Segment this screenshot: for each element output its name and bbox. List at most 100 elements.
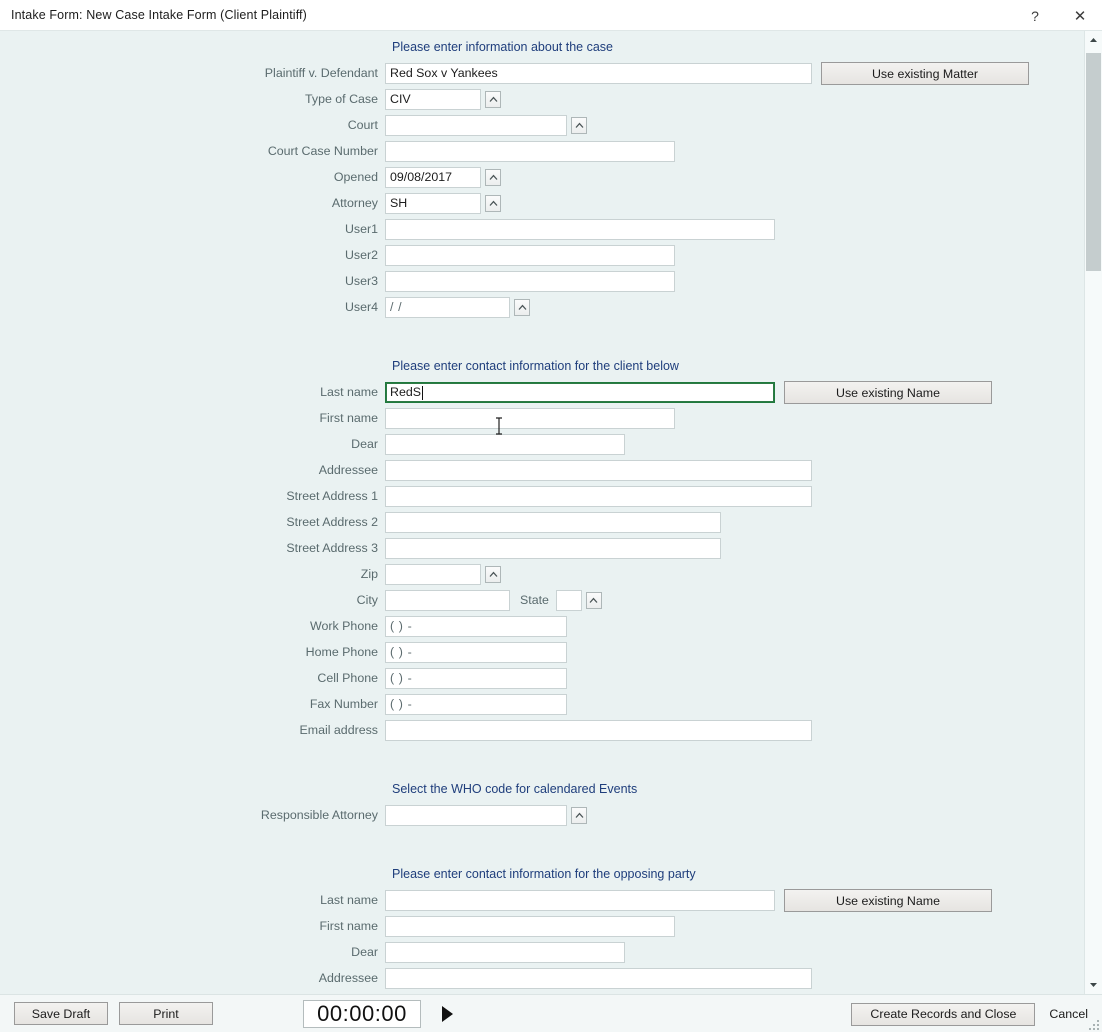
bottom-toolbar: Save Draft Print 00:00:00 Create Records… xyxy=(0,994,1102,1032)
client-city-label: City xyxy=(356,593,378,607)
field-row-client-last-name: Last name RedS Use existing Name xyxy=(0,381,1084,404)
court-input[interactable] xyxy=(385,115,567,136)
intake-form-window: Intake Form: New Case Intake Form (Clien… xyxy=(0,0,1102,1032)
user3-label: User3 xyxy=(344,274,378,288)
opposing-use-existing-name-button[interactable]: Use existing Name xyxy=(784,889,992,912)
opposing-dear-input[interactable] xyxy=(385,942,625,963)
client-street-1-input[interactable] xyxy=(385,486,812,507)
client-state-label: State xyxy=(520,593,549,607)
close-button[interactable]: ✕ xyxy=(1058,0,1102,31)
use-existing-matter-button[interactable]: Use existing Matter xyxy=(821,62,1029,85)
client-state-input[interactable] xyxy=(555,590,582,611)
client-home-phone-input[interactable]: ( ) - xyxy=(385,642,567,663)
opened-date-input[interactable]: 09/08/2017 xyxy=(385,167,481,188)
opposing-section-heading: Please enter contact information for the… xyxy=(392,867,696,881)
timer-group: 00:00:00 xyxy=(303,995,456,1032)
client-first-name-label: First name xyxy=(319,411,378,425)
field-row-client-fax: Fax Number ( ) - xyxy=(0,694,1084,715)
field-row-type-of-case: Type of Case CIV xyxy=(0,89,1084,110)
field-row-opposing-dear: Dear xyxy=(0,942,1084,963)
client-fax-input[interactable]: ( ) - xyxy=(385,694,567,715)
user4-label: User4 xyxy=(344,300,378,314)
client-city-input[interactable] xyxy=(385,590,510,611)
timer-play-icon[interactable] xyxy=(438,1002,456,1026)
cancel-button[interactable]: Cancel xyxy=(1049,1007,1088,1021)
client-street-2-label: Street Address 2 xyxy=(286,515,378,529)
scrollbar-thumb[interactable] xyxy=(1086,53,1101,271)
opposing-addressee-input[interactable] xyxy=(385,968,812,989)
type-of-case-input[interactable]: CIV xyxy=(385,89,481,110)
client-cell-phone-input[interactable]: ( ) - xyxy=(385,668,567,689)
field-row-plaintiff-v-defendant: Plaintiff v. Defendant Red Sox v Yankees… xyxy=(0,62,1084,85)
opposing-first-name-label: First name xyxy=(319,919,378,933)
field-row-client-city-state: City State xyxy=(0,590,1084,611)
opposing-dear-label: Dear xyxy=(351,945,378,959)
court-case-number-label: Court Case Number xyxy=(267,144,378,158)
opposing-first-name-input[interactable] xyxy=(385,916,675,937)
text-caret xyxy=(422,385,423,400)
client-street-1-label: Street Address 1 xyxy=(286,489,378,503)
client-email-input[interactable] xyxy=(385,720,812,741)
field-row-user1: User1 xyxy=(0,219,1084,240)
print-button[interactable]: Print xyxy=(119,1002,213,1025)
client-street-3-input[interactable] xyxy=(385,538,721,559)
scroll-down-arrow-icon[interactable] xyxy=(1085,976,1102,994)
opened-calendar-dropdown-icon[interactable] xyxy=(485,169,501,186)
client-use-existing-name-button[interactable]: Use existing Name xyxy=(784,381,992,404)
client-addressee-label: Addressee xyxy=(318,463,378,477)
user3-input[interactable] xyxy=(385,271,675,292)
field-row-attorney: Attorney SH xyxy=(0,193,1084,214)
client-work-phone-input[interactable]: ( ) - xyxy=(385,616,567,637)
client-addressee-input[interactable] xyxy=(385,460,812,481)
field-row-client-work-phone: Work Phone ( ) - xyxy=(0,616,1084,637)
type-of-case-dropdown-icon[interactable] xyxy=(485,91,501,108)
client-dear-input[interactable] xyxy=(385,434,625,455)
user4-date-input[interactable]: / / xyxy=(385,297,510,318)
scroll-up-arrow-icon[interactable] xyxy=(1085,31,1102,49)
responsible-attorney-input[interactable] xyxy=(385,805,567,826)
client-fax-label: Fax Number xyxy=(309,697,378,711)
attorney-dropdown-icon[interactable] xyxy=(485,195,501,212)
client-last-name-input[interactable]: RedS xyxy=(385,382,775,403)
plaintiff-v-defendant-input[interactable]: Red Sox v Yankees xyxy=(385,63,812,84)
responsible-attorney-dropdown-icon[interactable] xyxy=(571,807,587,824)
client-home-phone-label: Home Phone xyxy=(305,645,378,659)
court-case-number-input[interactable] xyxy=(385,141,675,162)
field-row-client-first-name: First name xyxy=(0,408,1084,429)
user1-input[interactable] xyxy=(385,219,775,240)
field-row-client-email: Email address xyxy=(0,720,1084,741)
attorney-input[interactable]: SH xyxy=(385,193,481,214)
save-draft-button[interactable]: Save Draft xyxy=(14,1002,108,1025)
create-records-and-close-button[interactable]: Create Records and Close xyxy=(851,1002,1036,1026)
user4-calendar-dropdown-icon[interactable] xyxy=(514,299,530,316)
form-scroll-area: Please enter information about the case … xyxy=(0,31,1084,994)
field-row-court-case-number: Court Case Number xyxy=(0,141,1084,162)
title-bar: Intake Form: New Case Intake Form (Clien… xyxy=(0,0,1102,31)
client-zip-label: Zip xyxy=(360,567,378,581)
field-row-opposing-addressee: Addressee xyxy=(0,968,1084,989)
client-street-2-input[interactable] xyxy=(385,512,721,533)
form-body: Please enter information about the case … xyxy=(0,31,1102,994)
timer-display[interactable]: 00:00:00 xyxy=(303,1000,421,1028)
user2-input[interactable] xyxy=(385,245,675,266)
vertical-scrollbar[interactable] xyxy=(1084,31,1102,994)
client-state-dropdown-icon[interactable] xyxy=(585,592,602,609)
who-code-section-heading: Select the WHO code for calendared Event… xyxy=(392,782,638,796)
plaintiff-v-defendant-label: Plaintiff v. Defendant xyxy=(264,66,378,80)
opposing-last-name-input[interactable] xyxy=(385,890,775,911)
client-work-phone-label: Work Phone xyxy=(310,619,378,633)
client-section-heading: Please enter contact information for the… xyxy=(392,359,679,373)
client-first-name-input[interactable] xyxy=(385,408,675,429)
client-zip-dropdown-icon[interactable] xyxy=(485,566,501,583)
field-row-client-home-phone: Home Phone ( ) - xyxy=(0,642,1084,663)
client-last-name-label: Last name xyxy=(320,385,378,399)
opposing-addressee-label: Addressee xyxy=(318,971,378,985)
user1-label: User1 xyxy=(344,222,378,236)
resize-grip-icon[interactable] xyxy=(1088,1018,1100,1030)
responsible-attorney-label: Responsible Attorney xyxy=(260,808,378,822)
court-dropdown-icon[interactable] xyxy=(571,117,587,134)
client-zip-input[interactable] xyxy=(385,564,481,585)
help-button[interactable]: ? xyxy=(1012,0,1058,31)
opened-label: Opened xyxy=(333,170,378,184)
field-row-client-zip: Zip xyxy=(0,564,1084,585)
